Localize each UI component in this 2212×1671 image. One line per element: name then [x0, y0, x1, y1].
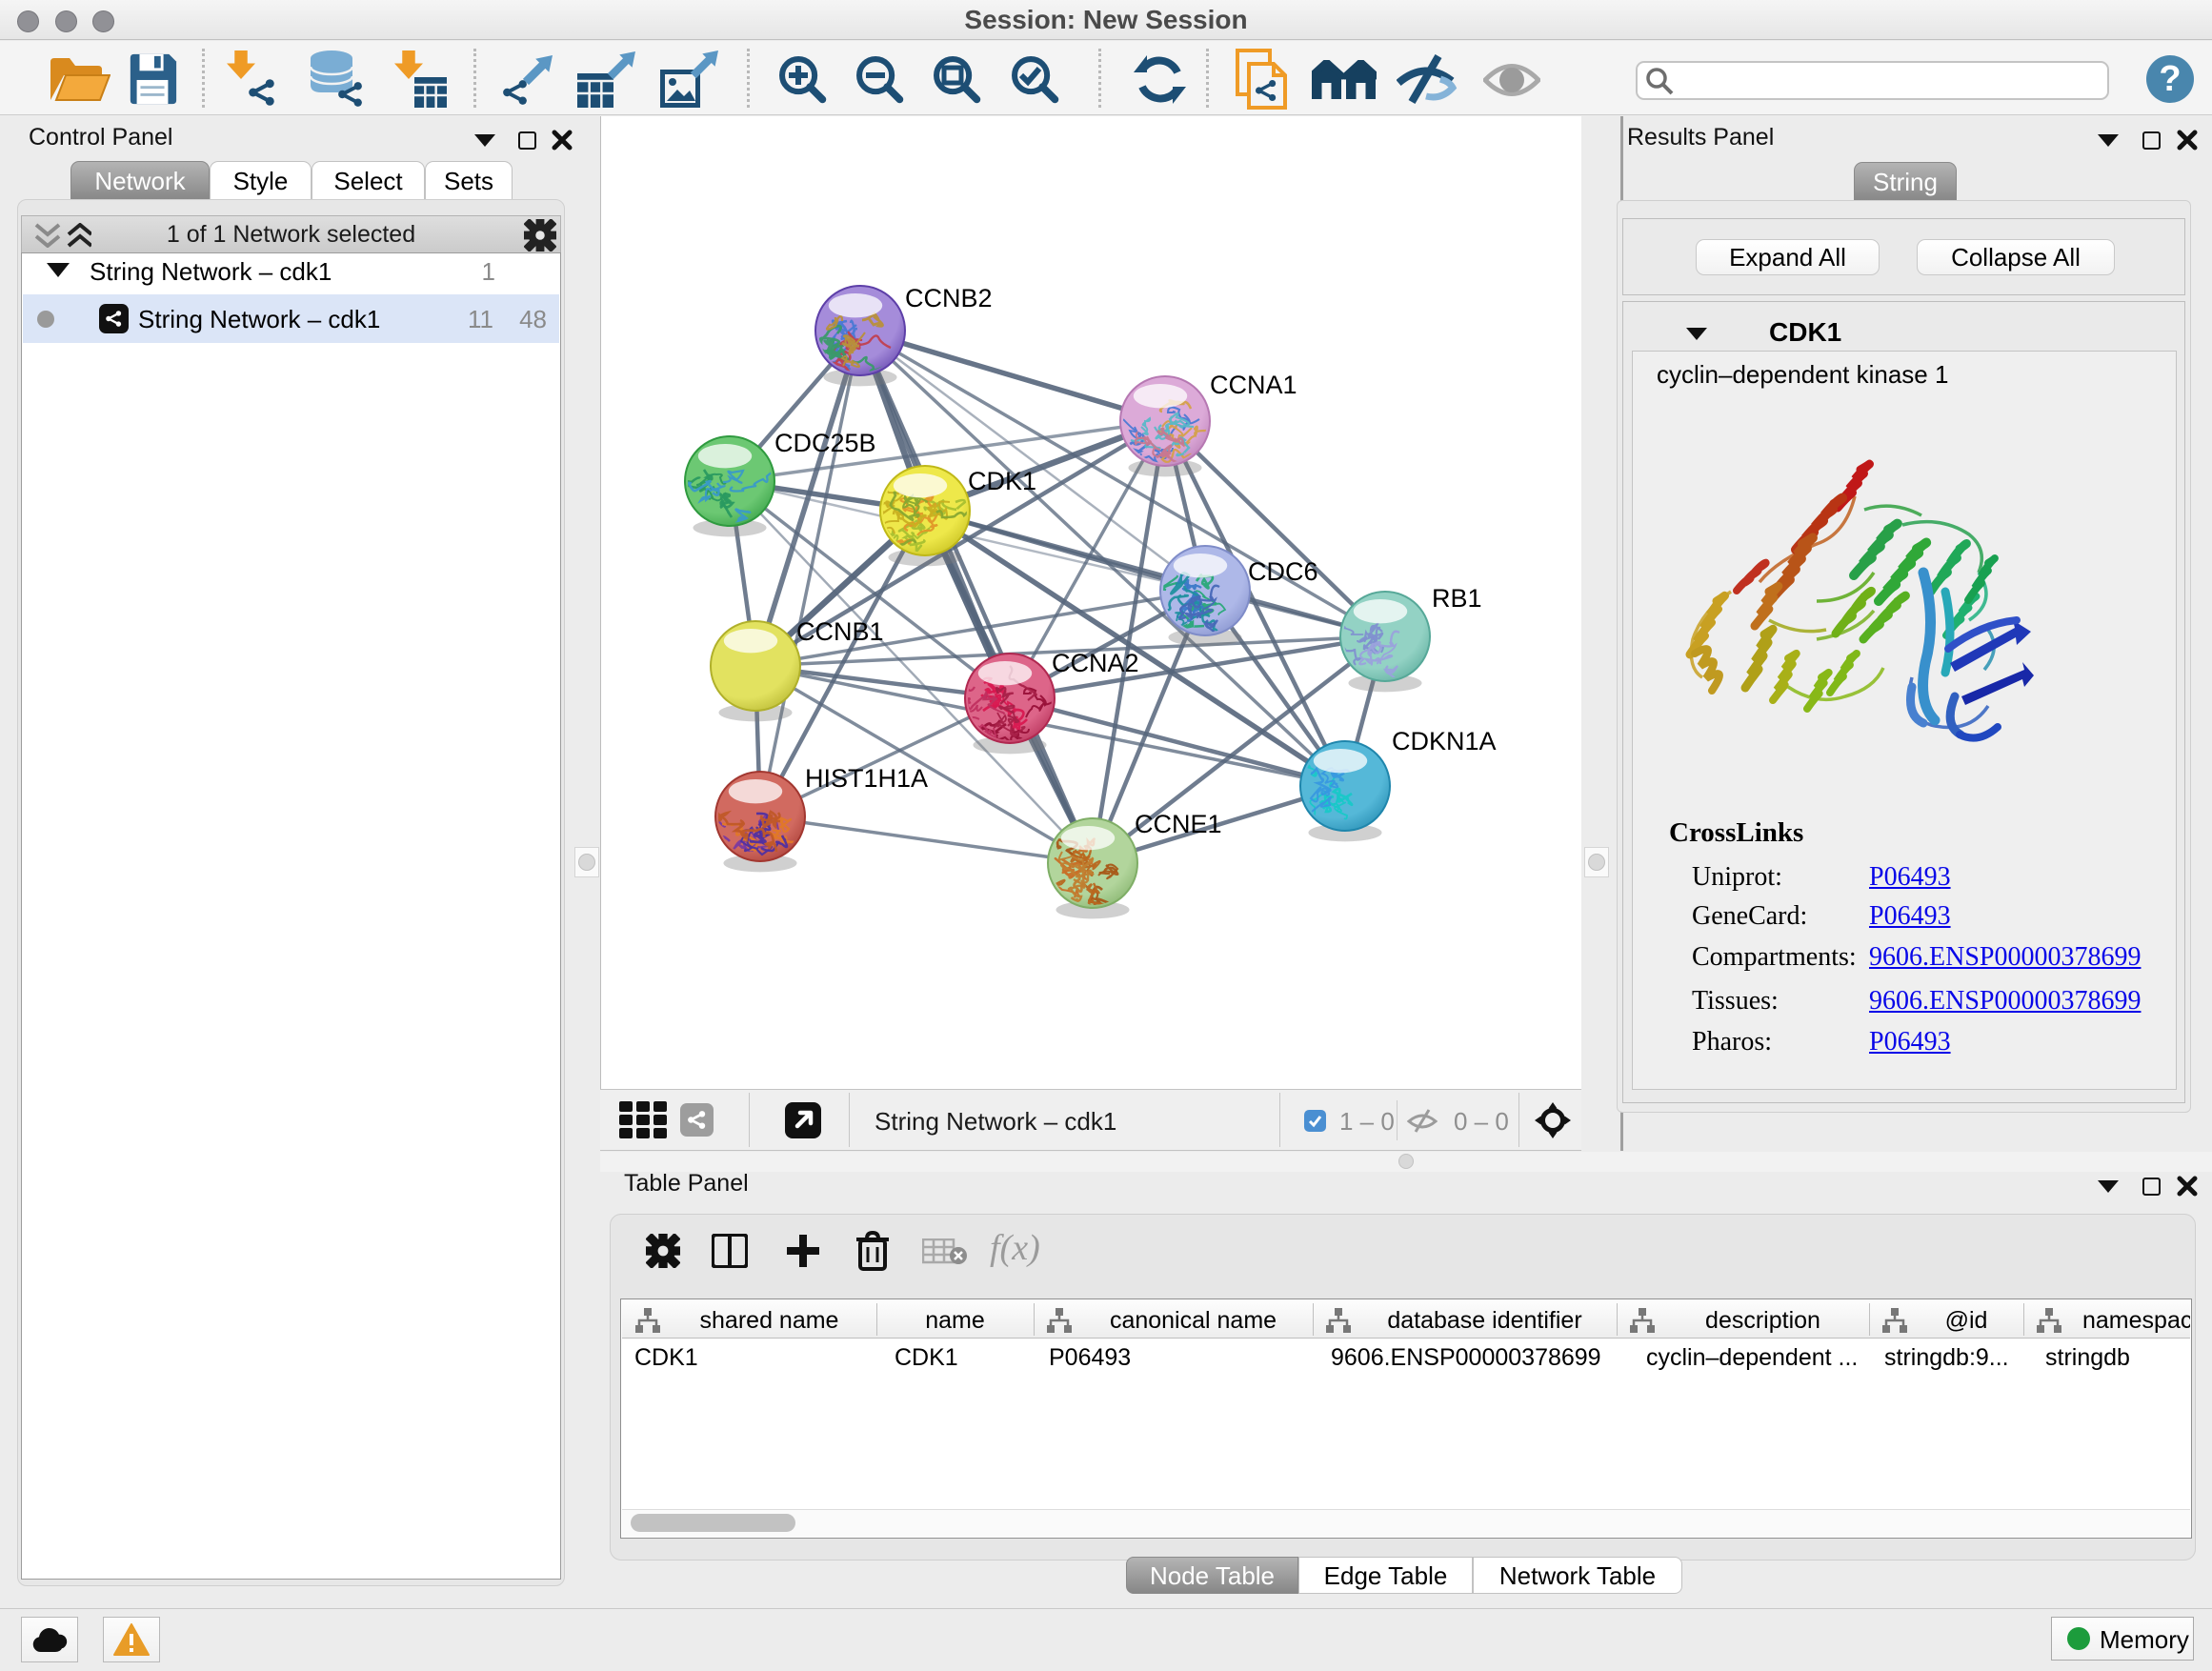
svg-text:CDKN1A: CDKN1A: [1392, 727, 1497, 755]
svg-text:CCNB1: CCNB1: [796, 617, 884, 646]
svg-text:?: ?: [2159, 59, 2181, 99]
svg-text:CDC6: CDC6: [1248, 557, 1318, 586]
svg-text:CCNA1: CCNA1: [1210, 371, 1297, 399]
svg-text:CDC25B: CDC25B: [774, 429, 876, 457]
svg-text:CCNA2: CCNA2: [1052, 649, 1139, 677]
svg-text:CCNB2: CCNB2: [905, 284, 993, 312]
svg-text:HIST1H1A: HIST1H1A: [805, 764, 928, 793]
svg-text:RB1: RB1: [1432, 584, 1482, 613]
svg-text:CCNE1: CCNE1: [1135, 810, 1222, 838]
svg-text:CDK1: CDK1: [968, 467, 1036, 495]
